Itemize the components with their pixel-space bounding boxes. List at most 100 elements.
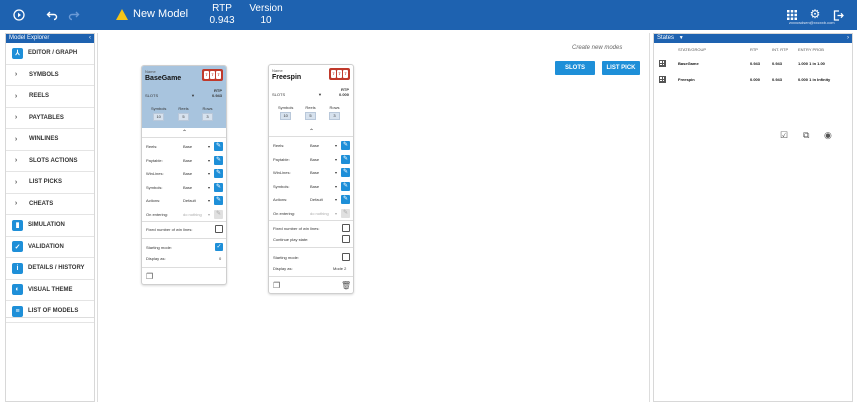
caret-down-icon[interactable]: ▾ — [208, 198, 210, 203]
display-as-value[interactable]: Mode 2 — [333, 266, 346, 271]
caret-down-icon[interactable]: ▼ — [191, 93, 195, 98]
state-card-freespin[interactable]: Name Freespin 777 SLOTS ▼ RTP 0.000 Symbo… — [268, 64, 354, 294]
expand-right-icon[interactable]: › — [847, 34, 849, 43]
approve-icon[interactable]: ☑ — [780, 130, 788, 141]
edit-pencil-icon[interactable]: ✎ — [214, 142, 223, 151]
edit-pencil-icon[interactable]: ✎ — [214, 196, 223, 205]
starting-mode-checkbox[interactable] — [342, 253, 350, 261]
card-type-select[interactable]: SLOTS — [145, 93, 158, 98]
collapse-caret-icon[interactable]: ⌃ — [182, 129, 187, 136]
play-icon[interactable] — [11, 7, 27, 23]
caret-down-icon[interactable]: ▾ — [335, 184, 337, 189]
continue-play-checkbox[interactable] — [342, 235, 350, 243]
undo-icon[interactable] — [44, 7, 60, 23]
edit-pencil-icon[interactable]: ✎ — [214, 155, 223, 165]
field-label: Reels: — [273, 143, 285, 148]
display-as-value[interactable]: 0 — [219, 256, 221, 261]
field-select[interactable]: Base — [183, 185, 192, 190]
redo-icon[interactable] — [66, 7, 82, 23]
state-name[interactable]: Freespin — [678, 77, 695, 82]
rows-value[interactable]: 3 — [202, 113, 213, 121]
display-as-label: Display as: — [273, 266, 293, 271]
field-select[interactable]: Base — [310, 157, 319, 162]
caret-down-icon[interactable]: ▾ — [335, 143, 337, 148]
caret-down-icon[interactable]: ▼ — [318, 92, 322, 97]
edit-pencil-icon[interactable]: ✎ — [214, 169, 223, 178]
field-select[interactable]: Default — [183, 198, 196, 203]
nav-item-details-history[interactable]: i DETAILS / HISTORY — [6, 258, 94, 280]
edit-pencil-icon[interactable]: ✎ — [341, 181, 350, 191]
state-entry-prob: 1.000 1 in 1.00 — [798, 61, 825, 66]
edit-pencil-icon[interactable]: ✎ — [341, 208, 350, 218]
edit-pencil-icon[interactable]: ✎ — [214, 182, 223, 192]
nav-item-slots-actions[interactable]: › SLOTS ACTIONS — [6, 151, 94, 172]
starting-mode-checkbox[interactable]: ✓ — [215, 243, 223, 251]
nav-item-validation[interactable]: ✓ VALIDATION — [6, 237, 94, 258]
trash-icon[interactable]: 🗑 — [341, 281, 351, 290]
field-select[interactable]: Base — [310, 184, 319, 189]
display-as-label: Display as: — [146, 256, 166, 261]
symbols-value[interactable]: 10 — [153, 113, 165, 121]
nav-item-label: SIMULATION — [28, 222, 65, 229]
copy-icon[interactable]: ❐ — [273, 281, 280, 290]
caret-down-icon[interactable]: ▾ — [335, 197, 337, 202]
group-icon[interactable]: ⧉ — [803, 130, 809, 141]
nav-item-winlines[interactable]: › WINLINES — [6, 129, 94, 151]
starting-mode-label: Starting mode: — [273, 255, 300, 260]
field-label: Paytable: — [146, 157, 163, 163]
state-name[interactable]: BaseGame — [678, 61, 699, 66]
field-select[interactable]: Default — [310, 197, 323, 202]
card-type-select[interactable]: SLOTS — [272, 92, 285, 97]
caret-down-icon[interactable]: ▾ — [335, 157, 337, 162]
caret-down-icon[interactable]: ▾ — [208, 171, 210, 176]
state-card-basegame[interactable]: Name BaseGame 777 SLOTS ▼ RTP 0.943 Symbo… — [141, 65, 227, 285]
nav-item-visual-theme[interactable]: ◐ VISUAL THEME — [6, 280, 94, 301]
reels-value[interactable]: 5 — [305, 112, 316, 120]
continue-play-label: Continue play state: — [273, 237, 309, 242]
edit-pencil-icon[interactable]: ✎ — [341, 195, 350, 204]
field-select[interactable]: Base — [183, 144, 192, 149]
caret-down-icon[interactable]: ▾ — [208, 212, 210, 217]
field-select[interactable]: do nothing — [183, 212, 202, 217]
edit-pencil-icon[interactable]: ✎ — [341, 168, 350, 177]
fixed-winlines-checkbox[interactable] — [342, 224, 350, 232]
nav-item-cheats[interactable]: › CHEATS — [6, 194, 94, 215]
field-select[interactable]: do nothing — [310, 211, 329, 216]
edit-pencil-icon[interactable]: ✎ — [341, 154, 350, 164]
nav-item-label: LIST OF MODELS — [28, 308, 79, 315]
nav-item-list-picks[interactable]: › LIST PICKS — [6, 172, 94, 194]
field-select[interactable]: Base — [310, 170, 319, 175]
edit-pencil-icon[interactable]: ✎ — [214, 209, 223, 219]
nav-item-label: LIST PICKS — [29, 179, 63, 186]
caret-down-icon[interactable]: ▾ — [335, 170, 337, 175]
caret-down-icon[interactable]: ▾ — [208, 158, 210, 163]
reels-value[interactable]: 5 — [178, 113, 189, 121]
rows-value[interactable]: 3 — [329, 112, 340, 120]
slots-button[interactable]: SLOTS — [555, 61, 595, 75]
field-select[interactable]: Base — [183, 158, 192, 163]
copy-icon[interactable]: ❐ — [146, 272, 153, 281]
palette-icon: ◐ — [12, 284, 23, 296]
card-header[interactable]: Name BaseGame 777 SLOTS ▼ RTP 0.943 Symbo… — [142, 66, 226, 128]
caret-down-icon[interactable]: ▾ — [208, 185, 210, 190]
nav-item-editor-graph[interactable]: ⅄ EDITOR / GRAPH — [6, 43, 94, 65]
list-pick-button[interactable]: LIST PICK — [602, 61, 640, 75]
collapse-left-icon[interactable]: ‹ — [89, 34, 91, 43]
card-rtp-value: 0.000 — [338, 92, 349, 97]
nav-item-paytables[interactable]: › PAYTABLES — [6, 108, 94, 129]
nav-item-simulation[interactable]: ▮ SIMULATION — [6, 215, 94, 237]
collapse-caret-icon[interactable]: ⌃ — [309, 128, 314, 135]
symbols-value[interactable]: 10 — [280, 112, 292, 120]
caret-down-icon[interactable]: ▾ — [208, 144, 210, 149]
states-dropdown-icon[interactable]: ▼ — [679, 35, 684, 41]
nav-item-symbols[interactable]: › SYMBOLS — [6, 65, 94, 86]
field-select[interactable]: Base — [183, 171, 192, 176]
field-select[interactable]: Base — [310, 143, 319, 148]
caret-down-icon[interactable]: ▾ — [335, 211, 337, 216]
eye-icon[interactable]: ◉ — [824, 130, 832, 141]
version-value: 10 — [260, 15, 272, 26]
nav-item-reels[interactable]: › REELS — [6, 86, 94, 108]
card-header[interactable]: Name Freespin 777 SLOTS ▼ RTP 0.000 Symbo… — [269, 65, 353, 127]
edit-pencil-icon[interactable]: ✎ — [341, 141, 350, 150]
fixed-winlines-checkbox[interactable] — [215, 225, 223, 233]
